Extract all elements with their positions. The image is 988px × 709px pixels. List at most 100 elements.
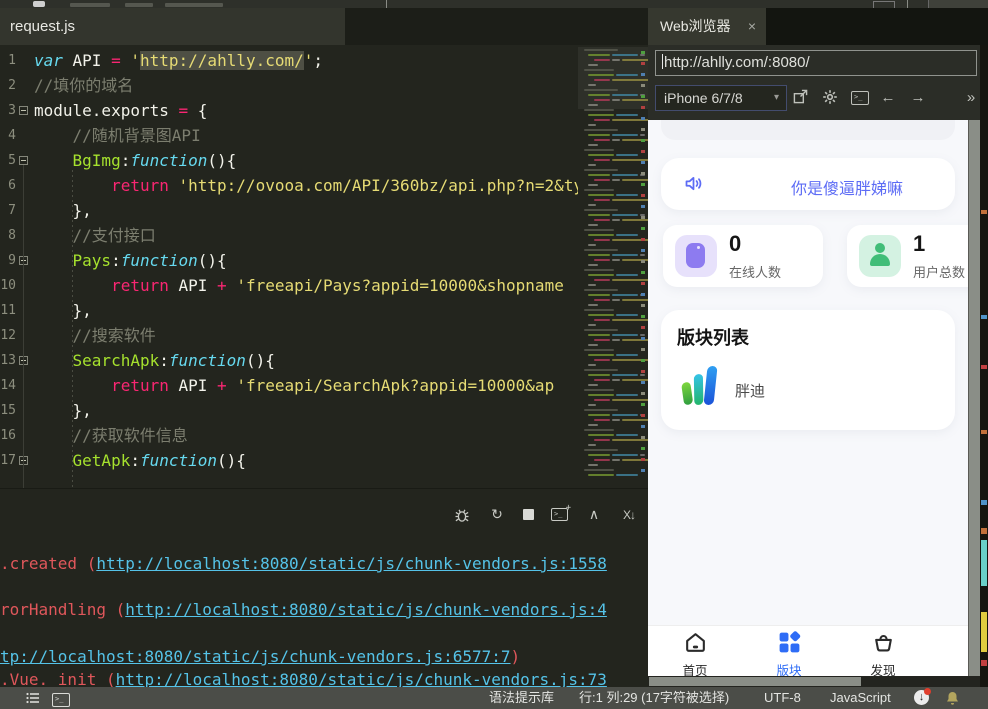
phone-tab-discover[interactable]: 发现 — [836, 626, 930, 676]
code-line-8[interactable]: //支付接口 — [34, 223, 578, 248]
close-icon[interactable]: × — [748, 8, 756, 45]
console-line: .created (http://localhost:8080/static/j… — [0, 554, 648, 574]
console-line: .Vue._init (http://localhost:8080/static… — [0, 670, 648, 688]
status-encoding[interactable]: UTF-8 — [764, 687, 801, 709]
console-output: .created (http://localhost:8080/static/j… — [0, 489, 648, 688]
url-input[interactable]: http://ahlly.com/:8080/ — [655, 50, 977, 76]
code-editor[interactable]: 1234567891011121314151617 var API = 'htt… — [0, 45, 648, 488]
fold-marker-icon[interactable] — [19, 106, 28, 115]
tab-web-browser[interactable]: Web浏览器 × — [648, 8, 766, 45]
code-line-11[interactable]: }, — [34, 298, 578, 323]
terminal-icon[interactable]: >_ — [849, 89, 871, 107]
line-number: 1 — [0, 48, 16, 73]
gutter-line: 12 — [0, 323, 32, 348]
person-icon — [859, 235, 901, 277]
code-line-3[interactable]: module.exports = { — [34, 98, 578, 123]
stat-card-online[interactable]: 0 在线人数 — [663, 225, 823, 287]
back-icon[interactable]: ← — [877, 89, 899, 107]
stat-label: 在线人数 — [729, 262, 781, 281]
board-list-card: 版块列表 胖迪 — [661, 310, 955, 430]
gear-icon[interactable] — [819, 89, 841, 107]
code-line-15[interactable]: }, — [34, 398, 578, 423]
code-line-14[interactable]: return API + 'freeapi/SearchApk?appid=10… — [34, 373, 578, 398]
list-icon[interactable] — [26, 692, 40, 704]
code-line-10[interactable]: return API + 'freeapi/Pays?appid=10000&s… — [34, 273, 578, 298]
gutter-line: 2 — [0, 73, 32, 98]
notice-banner[interactable]: 你是傻逼胖娣嘛 — [661, 158, 955, 210]
gutter-line: 10 — [0, 273, 32, 298]
board-item-name[interactable]: 胖迪 — [735, 380, 765, 401]
gutter-line: 8 — [0, 223, 32, 248]
code-line-7[interactable]: }, — [34, 198, 578, 223]
device-select[interactable]: iPhone 6/7/8 ▾ — [655, 85, 787, 111]
horizontal-scrollbar-thumb[interactable] — [649, 677, 861, 686]
gutter-line: 3 — [0, 98, 32, 123]
chevron-down-icon: ▾ — [774, 86, 779, 110]
stat-card-users[interactable]: 1 用户总数 — [847, 225, 968, 287]
console-link[interactable]: http://localhost:8080/static/js/chunk-ve… — [96, 554, 607, 573]
code-line-17[interactable]: GetApk:function(){ — [34, 448, 578, 473]
code-line-13[interactable]: SearchApk:function(){ — [34, 348, 578, 373]
text-caret — [662, 54, 663, 69]
fold-marker-icon[interactable] — [19, 156, 28, 165]
phone-tab-blocks[interactable]: 版块 — [742, 626, 836, 676]
console-panel: ↻ >_+ ∧ X↓ .created (http://localhost:80… — [0, 488, 648, 688]
phone-tab-home[interactable]: 首页 — [648, 626, 742, 676]
vertical-scrollbar[interactable] — [968, 120, 980, 676]
gutter-line: 11 — [0, 298, 32, 323]
terminal-icon[interactable]: >_ — [52, 691, 70, 707]
code-line-16[interactable]: //获取软件信息 — [34, 423, 578, 448]
phone-tab-label: 我 — [930, 660, 968, 676]
bell-icon[interactable] — [946, 691, 959, 706]
console-link[interactable]: tp://localhost:8080/static/js/chunk-vend… — [0, 647, 511, 666]
line-number: 3 — [0, 98, 16, 123]
open-external-icon[interactable] — [789, 89, 811, 107]
open-button[interactable] — [928, 0, 988, 8]
top-tab-fragment — [70, 3, 110, 7]
url-text: http://ahlly.com/:8080/ — [664, 54, 810, 71]
phone-icon — [675, 235, 717, 277]
status-syntax-lib[interactable]: 语法提示库 — [489, 687, 554, 709]
top-toolbar — [0, 0, 988, 8]
console-link[interactable]: http://localhost:8080/static/js/chunk-ve… — [116, 670, 607, 688]
browser-tabbar: Web浏览器 × — [648, 8, 988, 45]
stat-value: 1 — [913, 231, 925, 257]
phone-preview: 你是傻逼胖娣嘛 0 在线人数 1 用户总数 版块列表 胖迪 — [648, 120, 968, 676]
line-number: 5 — [0, 148, 16, 173]
gutter-line: 6 — [0, 173, 32, 198]
code-line-12[interactable]: //搜索软件 — [34, 323, 578, 348]
forward-icon[interactable]: → — [907, 89, 929, 107]
code-line-1[interactable]: var API = 'http://ahlly.com/'; — [34, 48, 578, 73]
code-line-6[interactable]: return 'http://ovooa.com/API/360bz/api.p… — [34, 173, 578, 198]
line-number: 9 — [0, 248, 16, 273]
status-language[interactable]: JavaScript — [830, 687, 891, 709]
line-number: 2 — [0, 73, 16, 98]
update-download-icon[interactable]: ↓ — [914, 690, 929, 705]
device-select-value: iPhone 6/7/8 — [664, 90, 743, 106]
editor-tabbar: request.js — [0, 8, 648, 45]
phone-tab-label: 首页 — [648, 660, 742, 676]
scrolled-card-remnant — [661, 120, 955, 140]
code-line-2[interactable]: //填你的域名 — [34, 73, 578, 98]
status-cursor-position: 行:1 列:29 (17字符被选择) — [579, 687, 729, 709]
minimap[interactable] — [578, 45, 648, 488]
phone-tab-me[interactable]: 我 — [930, 626, 968, 676]
code-line-9[interactable]: Pays:function(){ — [34, 248, 578, 273]
line-number: 16 — [0, 423, 16, 448]
stat-value: 0 — [729, 231, 741, 257]
console-link[interactable]: http://localhost:8080/static/js/chunk-ve… — [125, 600, 607, 619]
browser-controls: http://ahlly.com/:8080/ iPhone 6/7/8 ▾ >… — [648, 45, 988, 120]
gutter-line: 15 — [0, 398, 32, 423]
code-line-4[interactable]: //随机背景图API — [34, 123, 578, 148]
code-line-5[interactable]: BgImg:function(){ — [34, 148, 578, 173]
board-logo[interactable] — [677, 362, 723, 408]
gutter: 1234567891011121314151617 — [0, 48, 32, 473]
gutter-line: 4 — [0, 123, 32, 148]
code-lines[interactable]: var API = 'http://ahlly.com/';//填你的域名mod… — [34, 48, 578, 473]
app-icon — [33, 1, 45, 7]
tab-request-js[interactable]: request.js — [0, 8, 345, 45]
top-tab-fragment — [165, 3, 223, 7]
gutter-line: 7 — [0, 198, 32, 223]
more-icon[interactable]: » — [960, 89, 982, 107]
speaker-icon — [683, 173, 704, 194]
